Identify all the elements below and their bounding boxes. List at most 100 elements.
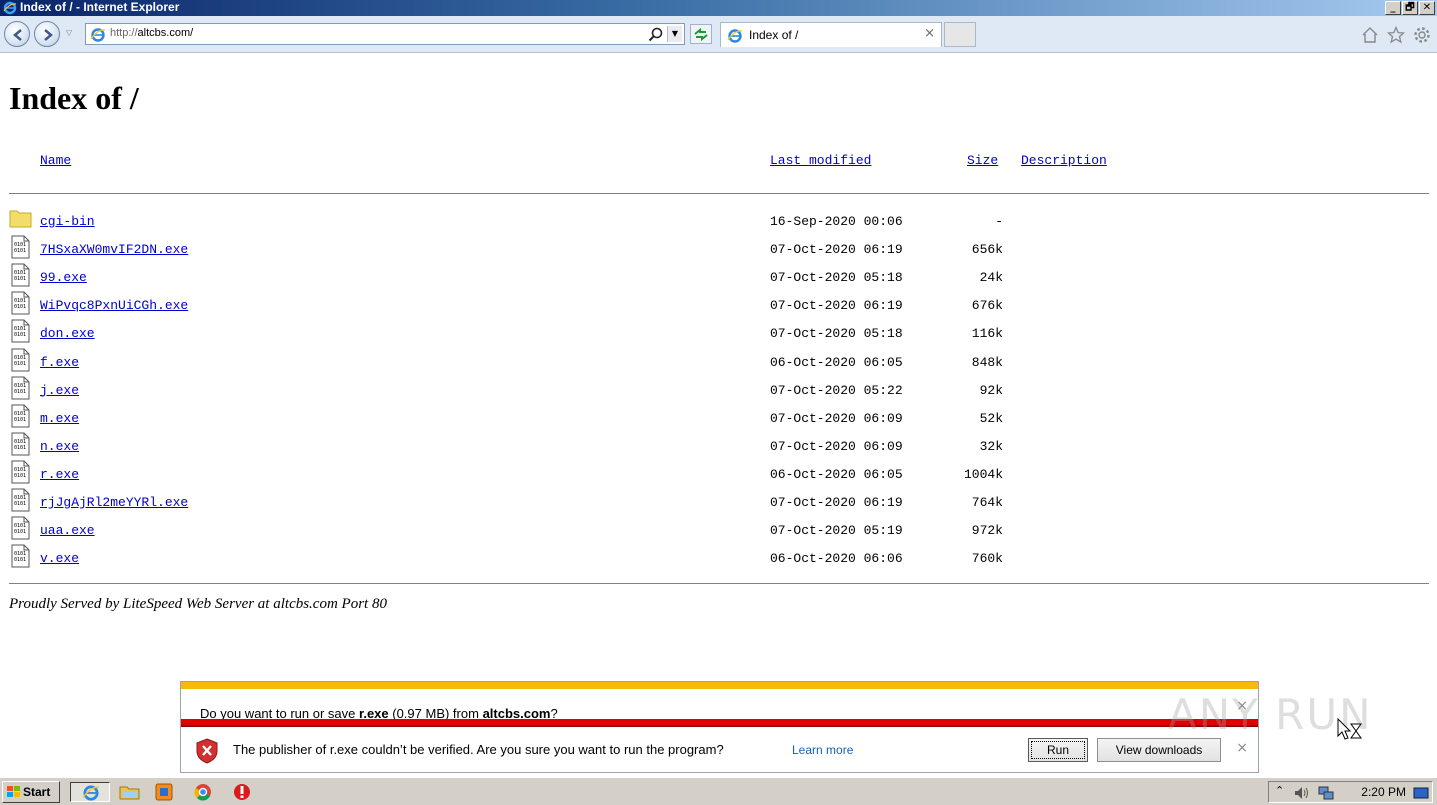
run-button[interactable]: Run [1028,738,1088,762]
notification-close-icon[interactable]: × [1236,740,1248,756]
back-button[interactable] [4,21,30,47]
tray-expand-icon[interactable]: ⌃ [1275,784,1284,797]
settings-gear-icon[interactable] [1413,26,1431,44]
file-modified: 07-Oct-2020 05:18 [770,270,903,286]
binary-file-icon: 01010101 [11,263,30,287]
history-dropdown-icon[interactable]: ▽ [66,28,72,37]
page-content: Index of / Name Last modified Size Descr… [0,54,1437,774]
taskbar-security-app-icon[interactable] [230,782,254,802]
file-link[interactable]: f.exe [40,355,79,370]
svg-text:0101: 0101 [14,389,26,395]
taskbar-media-player-icon[interactable] [153,782,177,802]
file-row: 0101 0101 rjJgAjRl2meYYRl.exe 07-Oct-2020 0… [0,488,1100,523]
file-size: 764k [971,495,1003,510]
favorites-star-icon[interactable] [1387,26,1405,44]
binary-file-icon: 01010101 [11,516,30,540]
back-arrow-icon [13,29,22,41]
start-button[interactable]: Start [2,781,60,803]
file-link[interactable]: WiPvqc8PxnUiCGh.exe [40,298,188,313]
file-row: 0101 0101 v.exe 06-Oct-2020 06:06 760k [0,544,1100,579]
ie-logo-icon [3,1,17,15]
file-link[interactable]: uaa.exe [40,523,95,538]
file-link[interactable]: v.exe [40,551,79,566]
file-link[interactable]: 7HSxaXW0mvIF2DN.exe [40,242,188,257]
svg-text:0101: 0101 [14,332,26,338]
column-description-link[interactable]: Description [1021,153,1107,168]
folder-icon [9,210,32,228]
file-link[interactable]: r.exe [40,467,79,482]
svg-text:0101: 0101 [14,417,26,423]
file-row: cgi-bin 16-Sep-2020 00:06 - [0,210,1100,242]
footer-divider [9,583,1429,584]
svg-text:0101: 0101 [14,473,26,479]
url-host: altcbs.com/ [137,27,194,39]
home-icon[interactable] [1361,26,1379,44]
tab-index-of[interactable]: Index of / × [720,22,942,47]
file-link[interactable]: don.exe [40,326,95,341]
window-titlebar: Index of / - Internet Explorer _ 🗗 ✕ [0,0,1437,16]
url-protocol: http:// [110,27,138,39]
file-size: 848k [971,354,1003,370]
file-row: 0101 0101 uaa.exe 07-Oct-2020 05:19 972k [0,516,1100,551]
taskbar-chrome-icon[interactable] [191,782,215,802]
url-text[interactable]: http://altcbs.com/ [110,27,193,39]
address-dropdown-icon[interactable]: ▼ [667,26,682,42]
new-tab-button[interactable] [944,22,976,47]
binary-file-icon: 01010101 [11,432,30,456]
file-row: 0101 0101 7HSxaXW0mvIF2DN.exe 07-Oct-2020 0… [0,235,1100,270]
minimize-button[interactable]: _ [1385,1,1401,15]
binary-file-icon: 01010101 [11,376,30,400]
show-desktop-icon[interactable] [1413,786,1429,800]
file-modified: 07-Oct-2020 06:09 [770,438,903,454]
file-link[interactable]: m.exe [40,411,79,426]
navigation-bar: ▽ http://altcbs.com/ ▼ Index of / × [0,16,1437,53]
volume-icon[interactable] [1293,785,1311,801]
file-link[interactable]: n.exe [40,439,79,454]
file-row: 0101 0101 don.exe 07-Oct-2020 05:18 116k [0,319,1100,354]
security-warning-stripe [181,719,1258,727]
file-row: 0101 0101 r.exe 06-Oct-2020 06:05 1004k [0,460,1100,495]
tab-close-icon[interactable]: × [924,26,935,41]
restore-button[interactable]: 🗗 [1402,1,1418,15]
learn-more-link[interactable]: Learn more [792,743,853,757]
binary-file-icon: 01010101 [11,544,30,568]
file-row: 0101 0101 n.exe 07-Oct-2020 06:09 32k [0,432,1100,467]
svg-text:0101: 0101 [14,501,26,507]
file-size: 1004k [963,466,1003,482]
file-link[interactable]: j.exe [40,383,79,398]
file-size: 92k [979,382,1003,398]
network-icon[interactable] [1317,784,1335,802]
forward-button[interactable] [34,21,60,47]
window-title: Index of / - Internet Explorer [20,0,180,14]
svg-text:0101: 0101 [14,445,26,451]
binary-file-icon: 01010101 [11,488,30,512]
column-name-link[interactable]: Name [40,153,71,168]
taskbar-ie-button[interactable] [70,782,110,802]
column-modified-link[interactable]: Last modified [770,153,871,168]
file-size: 52k [979,410,1003,426]
svg-text:0101: 0101 [14,248,26,254]
file-link[interactable]: rjJgAjRl2meYYRl.exe [40,495,188,510]
download-notification-bar: Do you want to run or save r.exe (0.97 M… [180,681,1259,773]
column-size-link[interactable]: Size [967,153,998,168]
view-downloads-button[interactable]: View downloads [1097,738,1221,762]
file-link[interactable]: 99.exe [40,270,87,285]
refresh-button[interactable] [690,24,712,44]
file-modified: 06-Oct-2020 06:06 [770,551,903,567]
close-window-button[interactable]: ✕ [1419,1,1435,15]
svg-text:0101: 0101 [14,557,26,563]
svg-text:0101: 0101 [14,276,26,282]
file-link[interactable]: cgi-bin [40,214,95,229]
search-icon[interactable] [648,27,664,43]
tab-label: Index of / [749,28,799,42]
refresh-arrows-icon [694,27,708,42]
address-bar[interactable]: http://altcbs.com/ ▼ [85,23,685,45]
svg-text:0101: 0101 [14,304,26,310]
file-modified: 07-Oct-2020 06:09 [770,410,903,426]
file-size: - [995,214,1003,229]
file-modified: 07-Oct-2020 06:19 [770,298,903,314]
file-modified: 07-Oct-2020 05:22 [770,382,903,398]
binary-file-icon: 01010101 [11,235,30,259]
file-modified: 06-Oct-2020 06:05 [770,466,903,482]
taskbar-explorer-icon[interactable] [118,782,142,802]
